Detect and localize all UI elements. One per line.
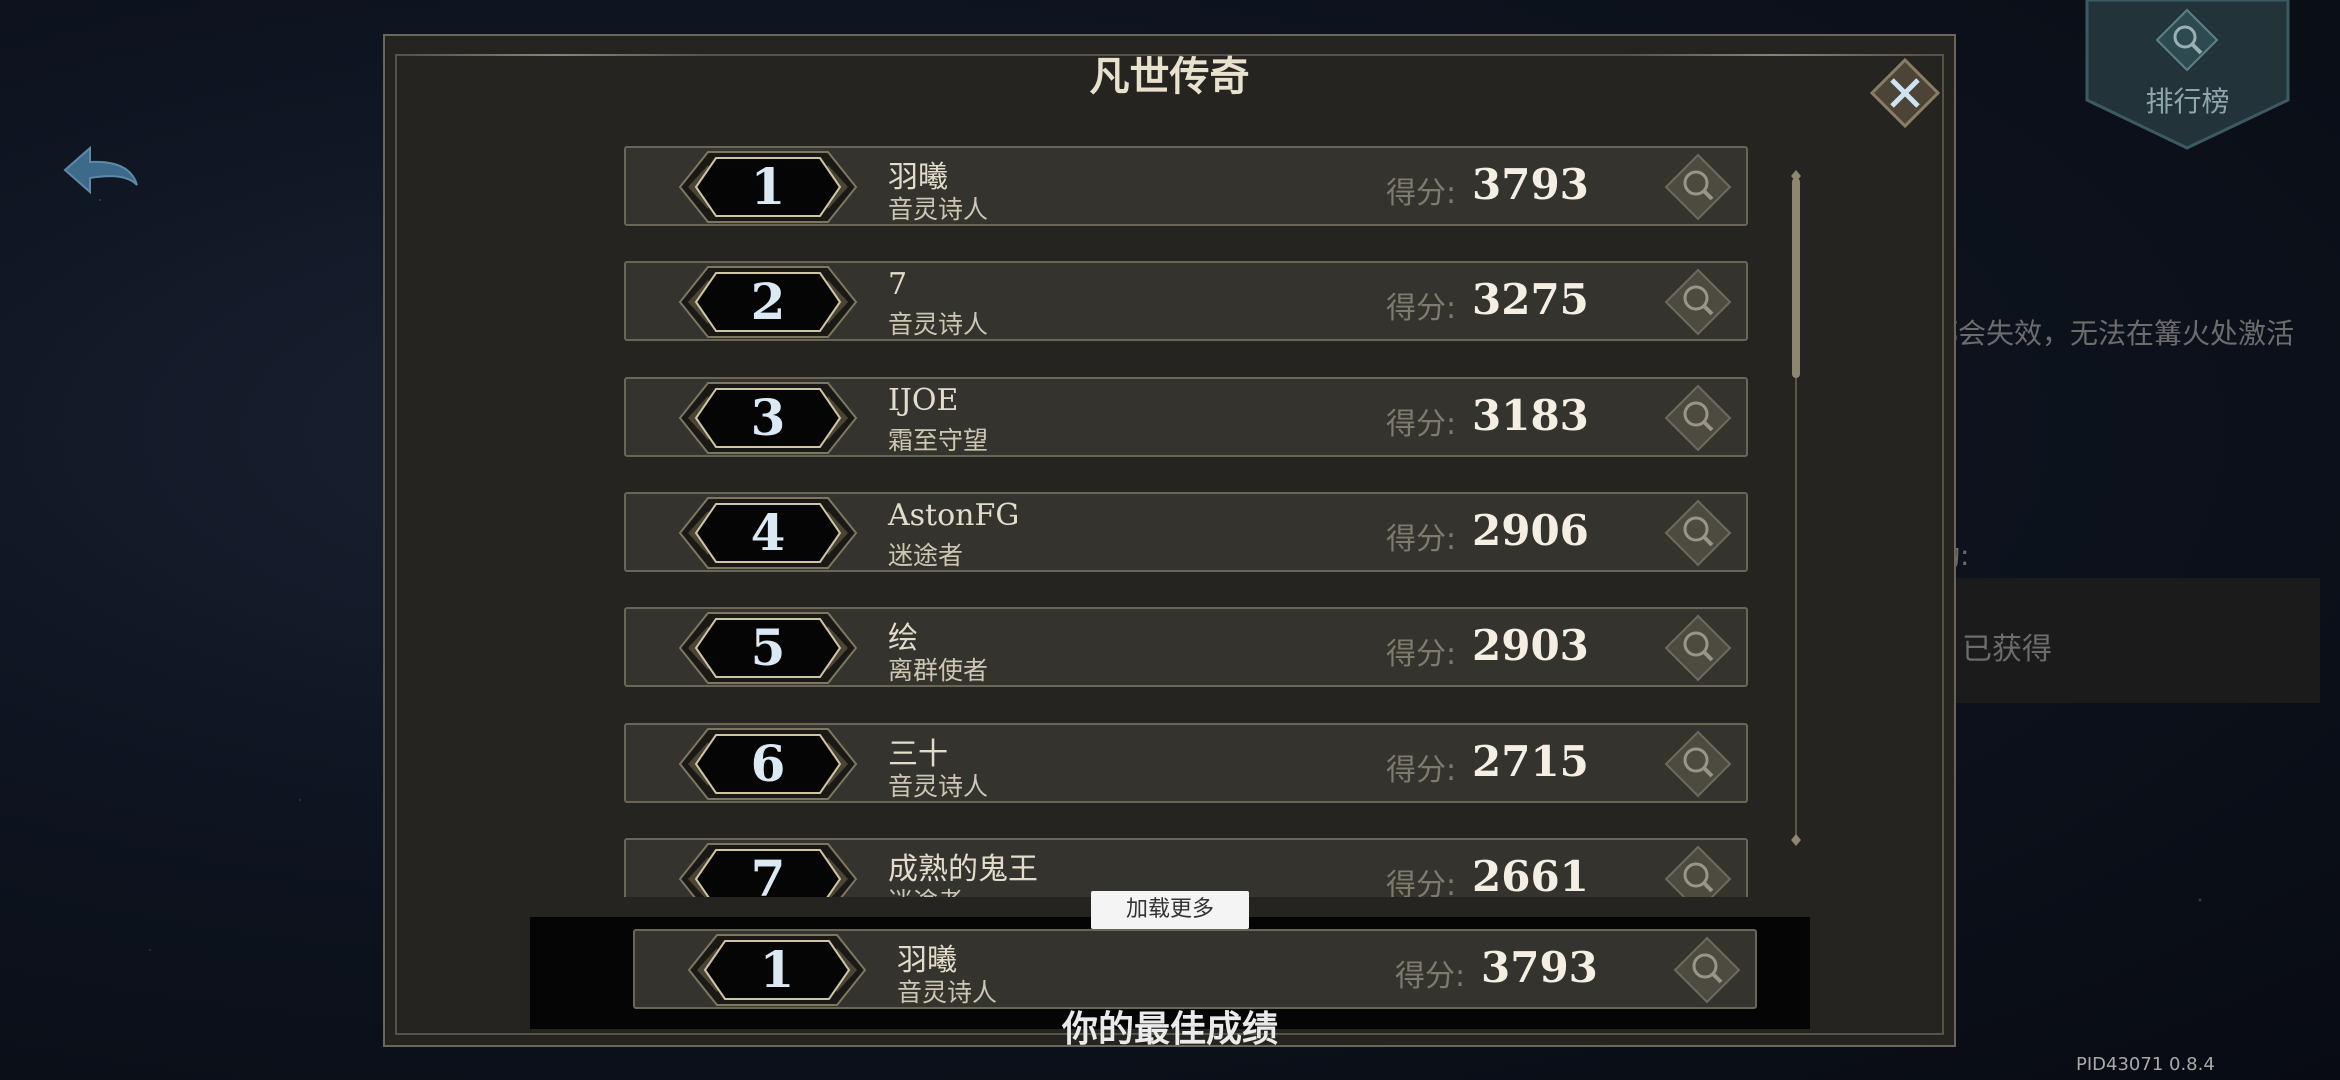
score-value: 3183 [1472, 390, 1589, 440]
score-value: 2661 [1472, 851, 1589, 897]
leaderboard-row[interactable]: 6 三十 音灵诗人 得分: 2715 [624, 722, 1748, 803]
player-title: 迷途者 [888, 882, 963, 897]
best-score-label: 你的最佳成绩 [1061, 1009, 1278, 1050]
leaderboard-row[interactable]: 5 绘离群使者 得分: 2903 [624, 607, 1748, 688]
leaderboard-row[interactable]: 1 羽曦 音灵诗人 得分: 3793 [633, 929, 1757, 1009]
version-label: PID43071 0.8.4 [2076, 1054, 2215, 1075]
rank-number: 3 [750, 387, 786, 447]
score-value: 3793 [1472, 160, 1589, 209]
leaderboard-row[interactable]: 7成熟的鬼王迷途者得分:2661 [624, 837, 1748, 897]
magnifier-icon[interactable] [1664, 499, 1732, 567]
back-arrow-icon[interactable] [55, 140, 145, 210]
notice-text: 都会失效，无法在篝火处激活 [1930, 317, 2295, 350]
player-title: 音灵诗人 [888, 310, 989, 340]
rank-number: 1 [750, 157, 786, 216]
score-value: 3793 [1481, 943, 1598, 992]
player-title: 音灵诗人 [888, 771, 989, 801]
score-label: 得分: [1395, 959, 1466, 994]
player-name: AstonFG [888, 497, 1020, 533]
close-icon[interactable] [1870, 58, 1940, 128]
player-title: 音灵诗人 [888, 195, 989, 224]
leaderboard-list[interactable]: 1 羽曦 音灵诗人 得分: 3793 2 7 音灵诗人 得分: 3275 3 IJOE 霜至守望 得分: 3… [620, 140, 1755, 897]
rank-number: 6 [750, 733, 786, 793]
leaderboard-tab[interactable]: 排行榜 [2085, 0, 2290, 150]
score-label: 得分: [1386, 521, 1457, 557]
player-name: IJOE [888, 382, 959, 418]
player-name: 7 [888, 267, 908, 303]
score-label: 得分: [1386, 291, 1457, 327]
leaderboard-row[interactable]: 3 IJOE 霜至守望 得分: 3183 [624, 376, 1748, 457]
leaderboard-row[interactable]: 4 AstonFG 迷途者 得分: 2906 [624, 491, 1748, 572]
score-label: 得分: [1386, 867, 1457, 897]
score-label: 得分: [1386, 406, 1457, 442]
dialog-title: 凡世传奇 [1089, 53, 1250, 100]
leaderboard-row[interactable]: 2 7 音灵诗人 得分: 3275 [624, 261, 1748, 342]
magnifier-icon[interactable] [1664, 268, 1732, 336]
rank-number: 1 [759, 940, 795, 999]
rank-tab-label: 排行榜 [2145, 85, 2230, 118]
magnifier-icon[interactable] [1664, 153, 1732, 221]
score-label: 得分: [1386, 752, 1457, 788]
magnifier-icon[interactable] [1673, 936, 1741, 1004]
score-value: 2906 [1472, 505, 1589, 555]
player-title: 霜至守望 [888, 425, 989, 455]
leaderboard-row[interactable]: 1 羽曦 音灵诗人 得分: 3793 [624, 146, 1748, 226]
magnifier-icon[interactable] [1664, 730, 1732, 798]
rank-number: 4 [750, 502, 786, 562]
player-title: 离群使者 [888, 656, 989, 686]
magnifier-icon[interactable] [1664, 845, 1732, 897]
magnifier-icon[interactable] [1664, 614, 1732, 682]
scrollbar[interactable] [1787, 170, 1805, 850]
load-more-button[interactable]: 加载更多 [1091, 891, 1249, 929]
score-value: 2903 [1472, 621, 1589, 671]
score-value: 2715 [1472, 736, 1589, 786]
rank-number: 2 [750, 272, 786, 332]
magnifier-icon[interactable] [1664, 384, 1732, 452]
score-label: 得分: [1386, 176, 1457, 211]
score-label: 得分: [1386, 637, 1457, 673]
rank-number: 5 [750, 618, 786, 678]
rank-number: 7 [750, 848, 786, 897]
player-title: 迷途者 [888, 540, 964, 570]
score-value: 3275 [1472, 275, 1589, 325]
rank-tab-shape [2085, 0, 2290, 150]
obtained-label: 已获得 [1962, 632, 2052, 667]
